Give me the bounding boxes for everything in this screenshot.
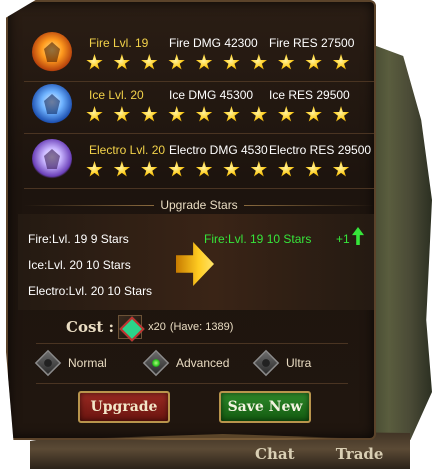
element-res: Electro RES 29500 [269, 143, 372, 157]
radio-diamond-icon[interactable] [252, 349, 280, 377]
star-icon [141, 161, 158, 177]
current-fire-stars: Fire:Lvl. 19 9 Stars [28, 232, 129, 246]
radio-diamond-selected-icon[interactable] [142, 349, 170, 377]
upgrade-button[interactable]: Upgrade [78, 391, 170, 423]
element-dmg: Ice DMG 45300 [169, 88, 254, 102]
star-icon [195, 106, 213, 122]
element-dmg: Fire DMG 42300 [169, 36, 258, 50]
cost-row: Cost : x20 (Have: 1389) [66, 315, 234, 339]
section-title: Upgrade Stars [160, 198, 238, 212]
cost-have: (Have: 1389) [169, 321, 234, 333]
tab-chat[interactable]: Chat [255, 445, 295, 463]
divider [36, 383, 348, 384]
star-icon [113, 54, 131, 70]
radio-diamond-icon[interactable] [34, 349, 62, 377]
upgrade-preview: Fire:Lvl. 19 9 Stars Ice:Lvl. 20 10 Star… [18, 214, 374, 310]
star-icon [305, 106, 322, 122]
star-icon [86, 161, 103, 177]
star-icon [305, 54, 322, 70]
option-label: Advanced [176, 356, 230, 370]
option-normal[interactable]: Normal [34, 349, 107, 377]
star-icon [250, 54, 268, 70]
star-icon [250, 106, 268, 122]
star-icon [250, 161, 268, 177]
element-name: Fire Lvl. 19 [89, 36, 149, 50]
option-advanced[interactable]: Advanced [142, 349, 230, 377]
option-label: Normal [68, 356, 107, 370]
divider [36, 343, 348, 344]
star-delta: +1 [336, 232, 350, 246]
save-new-button[interactable]: Save New [219, 391, 311, 423]
element-name: Ice Lvl. 20 [89, 88, 144, 102]
element-res: Ice RES 29500 [269, 88, 350, 102]
option-ultra[interactable]: Ultra [252, 349, 312, 377]
star-icon [305, 161, 322, 177]
fire-emblem-icon [32, 32, 72, 72]
new-fire-stars: Fire:Lvl. 19 10 Stars [204, 232, 312, 246]
upgrade-stars-header: Upgrade Stars [24, 196, 374, 214]
star-icon [113, 106, 131, 122]
star-rating [86, 54, 350, 71]
current-ice-stars: Ice:Lvl. 20 10 Stars [28, 258, 131, 272]
star-icon [332, 161, 350, 177]
star-icon [141, 106, 158, 122]
cost-label: Cost : [66, 318, 115, 336]
star-icon [332, 54, 350, 70]
crystal-item-icon[interactable] [118, 315, 143, 339]
electro-emblem-icon [32, 139, 72, 179]
star-icon [168, 161, 185, 177]
element-row-electro[interactable]: Electro Lvl. 20 Electro DMG 4530 Electro… [24, 137, 374, 189]
arrow-up-icon [352, 227, 364, 245]
star-icon [195, 54, 213, 70]
star-icon [168, 54, 185, 70]
arrow-right-icon [176, 242, 214, 286]
star-icon [141, 54, 158, 70]
star-icon [278, 161, 295, 177]
cost-quantity: x20 [148, 321, 166, 333]
tab-trade[interactable]: Trade [336, 445, 384, 463]
star-rating [86, 161, 350, 178]
bottom-tabs: Chat Trade [255, 445, 419, 463]
element-name: Electro Lvl. 20 [89, 143, 166, 157]
element-dmg: Electro DMG 4530 [169, 143, 268, 157]
star-icon [168, 106, 185, 122]
star-icon [278, 106, 295, 122]
star-icon [278, 54, 295, 70]
option-label: Ultra [286, 356, 312, 370]
star-icon [223, 54, 240, 70]
current-electro-stars: Electro:Lvl. 20 10 Stars [28, 284, 153, 298]
star-icon [86, 106, 103, 122]
star-rating [86, 106, 350, 123]
star-icon [195, 161, 213, 177]
element-row-ice[interactable]: Ice Lvl. 20 Ice DMG 45300 Ice RES 29500 [24, 82, 374, 134]
element-res: Fire RES 27500 [269, 36, 355, 50]
star-icon [223, 106, 240, 122]
star-upgrade-panel: Fire Lvl. 19 Fire DMG 42300 Fire RES 275… [6, 0, 376, 440]
element-row-fire[interactable]: Fire Lvl. 19 Fire DMG 42300 Fire RES 275… [24, 30, 374, 82]
star-icon [86, 54, 103, 70]
star-icon [332, 106, 350, 122]
star-icon [223, 161, 240, 177]
ice-emblem-icon [32, 84, 72, 124]
star-icon [113, 161, 131, 177]
